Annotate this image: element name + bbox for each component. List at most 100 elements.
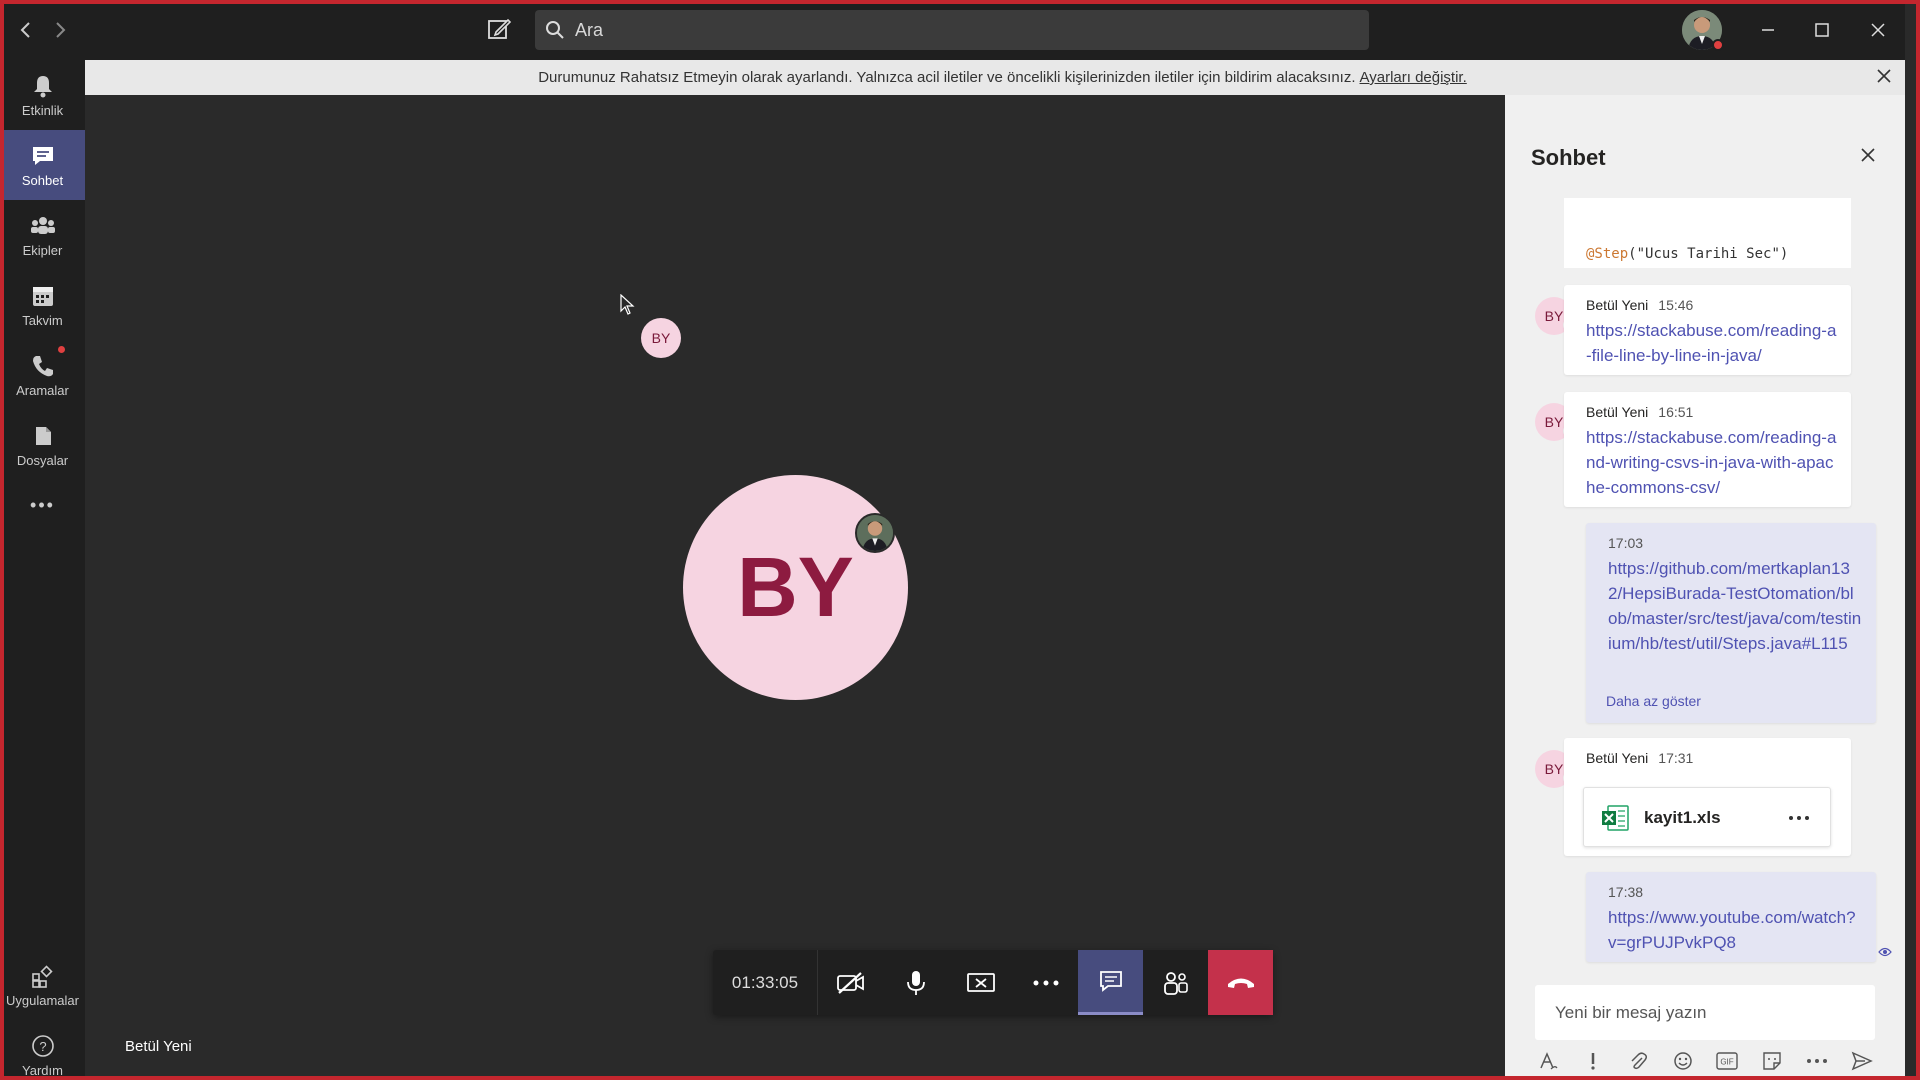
emoji-icon[interactable] [1670, 1048, 1696, 1074]
file-name: kayit1.xls [1644, 808, 1721, 827]
message-link[interactable]: https://github.com/mertkaplan132/HepsiBu… [1608, 556, 1863, 656]
rail-item-calls[interactable]: Aramalar [0, 340, 85, 410]
hang-up-icon [1227, 978, 1254, 988]
participant-big-avatar: BY [683, 475, 908, 700]
change-settings-link[interactable]: Ayarları değiştir. [1360, 69, 1467, 86]
rail-item-chat[interactable]: Sohbet [0, 130, 85, 200]
more-options-button[interactable] [1013, 950, 1078, 1015]
format-icon[interactable] [1535, 1048, 1561, 1074]
hang-up-button[interactable] [1208, 950, 1273, 1015]
forward-icon[interactable] [46, 16, 74, 44]
rail-label: Yardım [22, 1062, 63, 1078]
teams-icon [30, 216, 55, 234]
show-participants-button[interactable] [1143, 950, 1208, 1015]
window-edge [1905, 0, 1920, 1080]
seen-icon [1878, 944, 1892, 962]
title-bar: Ara [0, 0, 1920, 60]
chat-message-own: 17:38 https://www.youtube.com/watch?v=gr… [1586, 872, 1876, 962]
message-time-text: 17:03 [1608, 535, 1644, 551]
compose-toolbar: GIF [1535, 1048, 1875, 1074]
code-snippet-message: @Step("Ucus Tarihi Sec") [1564, 198, 1851, 268]
share-screen-icon [966, 972, 995, 992]
code-annotation: @Step [1586, 246, 1629, 262]
notification-text: Durumunuz Rahatsız Etmeyin olarak ayarla… [538, 69, 1356, 86]
dnd-status-icon [1712, 39, 1724, 51]
message-time: 17:38 [1608, 884, 1643, 900]
file-more-icon[interactable] [1788, 814, 1810, 822]
rail-item-activity[interactable]: Etkinlik [0, 60, 85, 130]
rail-label: Uygulamalar [6, 992, 79, 1008]
rail-label: Etkinlik [21, 102, 64, 118]
message-author: Betül Yeni [1586, 297, 1649, 313]
rail-item-apps[interactable]: Uygulamalar [0, 950, 85, 1020]
chat-panel-title: Sohbet [1531, 145, 1606, 170]
chat-message: Betül Yeni 15:46 https://stackabuse.com/r… [1564, 285, 1851, 375]
microphone-button[interactable] [883, 950, 948, 1015]
search-input[interactable]: Ara [535, 10, 1369, 50]
svg-text:?: ? [39, 1039, 46, 1054]
message-link[interactable]: https://stackabuse.com/reading-a-file-li… [1586, 318, 1841, 368]
message-header: Betül Yeni 15:46 [1586, 297, 1693, 313]
important-icon[interactable] [1580, 1048, 1606, 1074]
calendar-icon [32, 286, 53, 306]
send-icon[interactable] [1849, 1048, 1875, 1074]
camera-off-button[interactable] [818, 950, 883, 1015]
participants-icon [1163, 971, 1188, 995]
excel-file-icon [1602, 805, 1629, 831]
close-chat-icon[interactable] [1860, 147, 1876, 168]
sticker-icon[interactable] [1759, 1048, 1785, 1074]
mouse-cursor-icon [620, 293, 636, 321]
camera-off-icon [836, 971, 864, 994]
call-controls: 01:33:05 [713, 950, 1273, 1015]
files-icon [35, 426, 51, 445]
close-window-icon[interactable] [1862, 14, 1894, 46]
svg-text:GIF: GIF [1721, 1058, 1734, 1067]
phone-icon [32, 355, 53, 376]
dnd-notification-bar: Durumunuz Rahatsız Etmeyin olarak ayarla… [85, 60, 1920, 95]
maximize-icon[interactable] [1806, 14, 1838, 46]
chat-message-own: 17:03 https://github.com/mertkaplan132/H… [1586, 523, 1876, 723]
rail-label: Dosyalar [16, 452, 69, 468]
message-link[interactable]: https://www.youtube.com/watch?v=grPUJPvk… [1608, 905, 1863, 955]
search-placeholder: Ara [575, 19, 604, 40]
avatar-initials: BY [1544, 761, 1564, 777]
message-input[interactable]: Yeni bir mesaj yazın [1535, 985, 1875, 1040]
more-options-icon[interactable] [1804, 1048, 1830, 1074]
participant-small-avatar: BY [641, 318, 681, 358]
bell-icon [33, 75, 52, 97]
dismiss-notification-icon[interactable] [1876, 68, 1892, 88]
code-line: @Step("Ucus Tarihi Sec") [1586, 246, 1788, 262]
avatar-initials: BY [1544, 308, 1564, 324]
self-video-thumbnail[interactable] [855, 513, 895, 553]
file-attachment[interactable]: kayit1.xls [1583, 787, 1831, 847]
participant-name-tag: Betül Yeni [125, 1038, 192, 1055]
minimize-icon[interactable] [1752, 14, 1784, 46]
show-less-link[interactable]: Daha az göster [1606, 693, 1701, 709]
rail-item-help[interactable]: ? Yardım [0, 1020, 85, 1080]
back-icon[interactable] [12, 16, 40, 44]
chat-icon [32, 146, 53, 165]
more-apps-icon[interactable]: ••• [0, 480, 85, 530]
message-time: 17:31 [1658, 750, 1694, 766]
stop-sharing-button[interactable] [948, 950, 1013, 1015]
rail-label: Aramalar [16, 382, 69, 398]
search-icon [546, 21, 564, 39]
app-rail: Etkinlik Sohbet Ekipler Takvim Aramalar … [0, 60, 85, 1080]
chat-icon [1099, 971, 1122, 992]
attach-icon[interactable] [1625, 1048, 1651, 1074]
rail-item-teams[interactable]: Ekipler [0, 200, 85, 270]
more-icon [1033, 980, 1058, 985]
message-header: Betül Yeni 17:31 [1586, 750, 1693, 766]
rail-item-calendar[interactable]: Takvim [0, 270, 85, 340]
message-author: Betül Yeni [1586, 404, 1649, 420]
call-timer: 01:33:05 [713, 950, 818, 1015]
rail-item-files[interactable]: Dosyalar [0, 410, 85, 480]
message-header: Betül Yeni 16:51 [1586, 404, 1693, 420]
calls-notification-dot [58, 346, 65, 353]
microphone-icon [906, 970, 925, 995]
message-link[interactable]: https://stackabuse.com/reading-and-writi… [1586, 425, 1841, 500]
show-chat-button[interactable] [1078, 950, 1143, 1015]
new-chat-icon[interactable] [486, 16, 514, 44]
gif-icon[interactable]: GIF [1714, 1048, 1740, 1074]
avatar-initials: BY [1544, 414, 1564, 430]
